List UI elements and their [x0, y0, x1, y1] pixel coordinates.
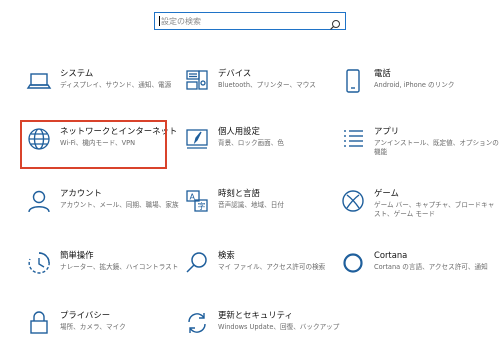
tile-personalization[interactable]: 個人用設定 背景、ロック画面、色 [184, 126, 334, 180]
personalization-icon [184, 126, 210, 152]
tile-description: 背景、ロック画面、色 [218, 139, 284, 147]
tile-description: アカウント、メール、同期、職場、家族 [60, 201, 179, 209]
tile-description: 音声認識、地域、日付 [218, 201, 284, 209]
xbox-icon [340, 188, 366, 214]
time-language-icon: A字 [184, 188, 210, 214]
settings-search-box[interactable]: 設定の検索 [154, 12, 346, 30]
tile-description: Android, iPhone のリンク [374, 81, 455, 89]
tile-time-language[interactable]: A字 時刻と言語 音声認識、地域、日付 [184, 188, 334, 242]
tile-title: 時刻と言語 [218, 188, 260, 198]
svg-text:字: 字 [198, 201, 206, 211]
tile-description: Windows Update、回復、バックアップ [218, 323, 340, 331]
tile-search[interactable]: 検索 マイ ファイル、アクセス許可の検索 [184, 250, 334, 304]
person-icon [26, 188, 52, 214]
tile-title: 個人用設定 [218, 126, 260, 136]
tile-gaming[interactable]: ゲーム ゲーム バー、キャプチャ、ブロードキャスト、ゲーム モード [340, 188, 494, 242]
tile-title: 簡単操作 [60, 250, 94, 260]
tile-description: Cortana の言語、アクセス許可、通知 [374, 263, 488, 271]
tile-devices[interactable]: デバイス Bluetooth、プリンター、マウス [184, 68, 334, 122]
tile-description: Bluetooth、プリンター、マウス [218, 81, 316, 89]
ease-of-access-icon [26, 250, 52, 276]
tile-title: Cortana [374, 250, 408, 260]
tile-title: ゲーム [374, 188, 399, 198]
search-icon [184, 250, 210, 276]
tile-apps[interactable]: アプリ アンインストール、既定値、オプションの機能 [340, 126, 499, 180]
lock-icon [26, 310, 52, 336]
tile-title: 更新とセキュリティ [218, 310, 293, 320]
tile-title: 電話 [374, 68, 391, 78]
cortana-icon [340, 250, 366, 276]
search-placeholder: 設定の検索 [161, 17, 201, 26]
tile-ease-of-access[interactable]: 簡単操作 ナレーター、拡大鏡、ハイコントラスト [26, 250, 178, 304]
text-caret [159, 16, 160, 26]
tile-title: 検索 [218, 250, 235, 260]
highlight-annotation-box [20, 120, 167, 169]
tile-description: ディスプレイ、サウンド、通知、電源 [60, 81, 172, 89]
phone-icon [340, 68, 366, 94]
tile-accounts[interactable]: アカウント アカウント、メール、同期、職場、家族 [26, 188, 179, 242]
tile-description: 場所、カメラ、マイク [60, 323, 126, 331]
tile-description: マイ ファイル、アクセス許可の検索 [218, 263, 326, 271]
tile-description: ナレーター、拡大鏡、ハイコントラスト [60, 263, 179, 271]
tile-system[interactable]: システム ディスプレイ、サウンド、通知、電源 [26, 68, 176, 122]
tile-title: アプリ [374, 126, 400, 136]
update-icon [184, 310, 210, 336]
tile-phone[interactable]: 電話 Android, iPhone のリンク [340, 68, 490, 122]
keyboard-devices-icon [184, 68, 210, 94]
tile-description: ゲーム バー、キャプチャ、ブロードキャスト、ゲーム モード [374, 201, 495, 218]
tile-title: システム [60, 68, 94, 78]
search-icon[interactable] [329, 16, 341, 30]
laptop-icon [26, 68, 52, 94]
tile-update-security[interactable]: 更新とセキュリティ Windows Update、回復、バックアップ [184, 310, 339, 364]
apps-list-icon [340, 126, 366, 152]
tile-title: プライバシー [60, 310, 111, 320]
tile-cortana[interactable]: Cortana Cortana の言語、アクセス許可、通知 [340, 250, 490, 304]
tile-title: アカウント [60, 188, 102, 198]
tile-privacy[interactable]: プライバシー 場所、カメラ、マイク [26, 310, 176, 364]
tile-description: アンインストール、既定値、オプションの機能 [374, 139, 499, 156]
tile-title: デバイス [218, 68, 252, 78]
